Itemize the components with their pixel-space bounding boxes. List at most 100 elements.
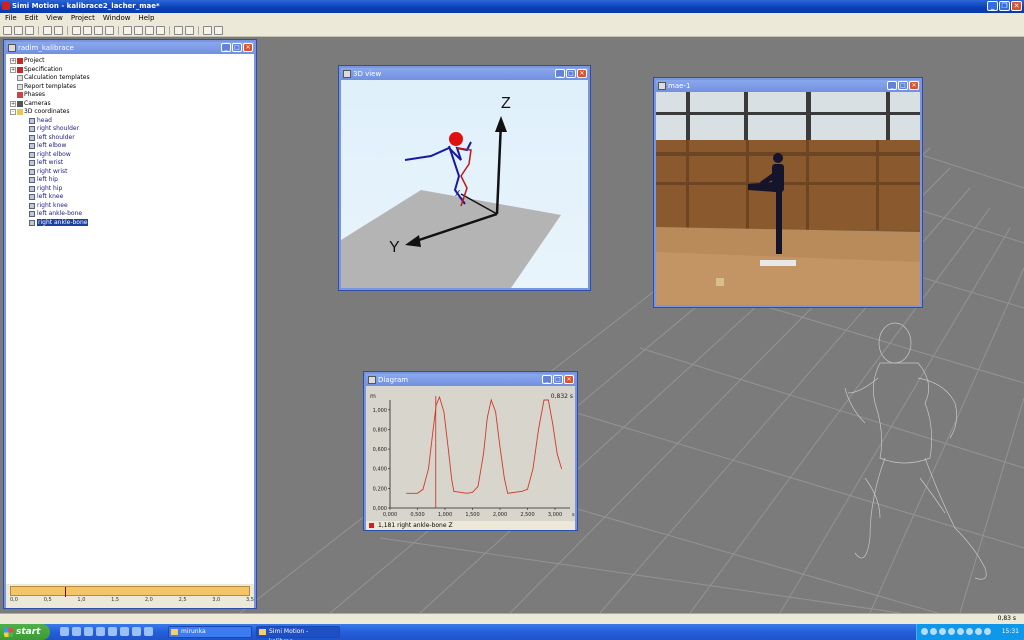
coordinate-icon [29,202,35,209]
close-button[interactable]: ✕ [564,375,574,384]
tree-item-right-shoulder[interactable]: right shoulder [10,125,250,134]
tray-icon[interactable] [957,628,964,635]
quick-launch-icon[interactable] [132,627,141,636]
data-point [447,448,449,450]
chart-icon [368,376,376,384]
tray-icon[interactable] [939,628,946,635]
menu-window[interactable]: Window [100,13,134,24]
line-chart[interactable]: m 0,832 s 0,000 0,200 0,400 0,600 0,800 1,000… [366,386,575,521]
restore-button[interactable]: ❐ [999,1,1010,11]
tree-item-left-hip[interactable]: left hip [10,176,250,185]
collapse-toggle-icon[interactable]: - [10,109,16,115]
task-folder[interactable]: mirunka [168,626,252,638]
camera-title-bar[interactable]: mae-1 _ □ ✕ [656,80,920,92]
minimize-button[interactable]: _ [987,1,998,11]
undo-icon[interactable] [105,26,114,35]
maximize-button[interactable]: □ [898,81,908,90]
tray-icon[interactable] [966,628,973,635]
timeline[interactable]: 0,0 0,5 1,0 1,5 2,0 2,5 3,0 3,5 [6,584,254,608]
save-icon[interactable] [25,26,34,35]
tree-item-phases[interactable]: Phases [10,91,250,100]
print-icon[interactable] [43,26,52,35]
diagram-title-bar[interactable]: Diagram _ □ ✕ [366,374,575,386]
3d-scene[interactable]: Z Y X [341,80,588,288]
window-icon[interactable] [123,26,132,35]
menu-project[interactable]: Project [68,13,98,24]
chart-icon[interactable] [156,26,165,35]
tree-item-right-elbow[interactable]: right elbow [10,151,250,160]
paste-icon[interactable] [94,26,103,35]
minimize-button[interactable]: _ [221,43,231,52]
open-folder-icon[interactable] [14,26,23,35]
tree-item-right-knee[interactable]: right knee [10,202,250,211]
tree-item-left-wrist[interactable]: left wrist [10,159,250,168]
expand-toggle-icon[interactable]: + [10,66,16,73]
close-button[interactable]: ✕ [909,81,919,90]
quick-launch-icon[interactable] [60,627,69,636]
quick-launch-icon[interactable] [84,627,93,636]
cut-icon[interactable] [72,26,81,35]
close-button[interactable]: ✕ [243,43,253,52]
x-tick-label: 1,000 [438,512,452,518]
tree-item-report-templates[interactable]: Report templates [10,83,250,92]
tray-icon[interactable] [930,628,937,635]
tree-item-label: Project [24,57,45,64]
minimize-button[interactable]: _ [542,375,552,384]
tree-item-label: right elbow [37,150,71,158]
tree-item-specification[interactable]: + Specification [10,66,250,75]
quick-launch-icon[interactable] [72,627,81,636]
tree-window-title-bar[interactable]: radim_kalibrace _ □ ✕ [6,42,254,54]
maximize-button[interactable]: □ [232,43,242,52]
tree-item-left-elbow[interactable]: left elbow [10,142,250,151]
tree-item-head[interactable]: head [10,117,250,126]
tree-item-right-wrist[interactable]: right wrist [10,168,250,177]
tree-item-left-knee[interactable]: left knee [10,193,250,202]
tree-item-cameras[interactable]: + Cameras [10,100,250,109]
maximize-button[interactable]: □ [566,69,576,78]
tree-item-right-hip[interactable]: right hip [10,185,250,194]
export-icon[interactable] [214,26,223,35]
tree-item-project[interactable]: + Project [10,57,250,66]
video-icon[interactable] [185,26,194,35]
minimize-button[interactable]: _ [555,69,565,78]
video-frame[interactable] [656,92,920,305]
quick-launch-icon[interactable] [108,627,117,636]
menu-file[interactable]: File [2,13,20,24]
expand-toggle-icon[interactable]: + [10,100,16,107]
3d-viewport[interactable]: Z Y X [341,80,588,288]
close-button[interactable]: ✕ [577,69,587,78]
z-axis [495,121,503,215]
tray-icon[interactable] [984,628,991,635]
tree-item-left-shoulder[interactable]: left shoulder [10,134,250,143]
close-button[interactable]: ✕ [1011,1,1022,11]
stick-figure-icon[interactable] [145,26,154,35]
copy-icon[interactable] [83,26,92,35]
diagram-plot-area[interactable]: m 0,832 s 0,000 0,200 0,400 0,600 0,800 1,000… [366,386,575,521]
menu-edit[interactable]: Edit [22,13,42,24]
quick-launch-icon[interactable] [144,627,153,636]
tree-item-3d-coordinates[interactable]: - 3D coordinates [10,108,250,117]
expand-toggle-icon[interactable]: + [10,58,16,64]
timeline-bar[interactable] [10,586,250,597]
tree-item-right-ankle-bone[interactable]: right ankle-bone [10,218,250,228]
start-button[interactable]: start [0,624,50,640]
quick-launch-icon[interactable] [120,627,129,636]
preview-icon[interactable] [54,26,63,35]
tray-icon[interactable] [948,628,955,635]
menu-help[interactable]: Help [135,13,157,24]
3d-view-title-bar[interactable]: 3D view _ □ ✕ [341,68,588,80]
menu-view[interactable]: View [43,13,66,24]
task-simi-motion[interactable]: Simi Motion - kalibrac... [256,626,340,640]
data-point [532,468,534,470]
tray-icon[interactable] [921,628,928,635]
maximize-button[interactable]: □ [553,375,563,384]
tree-item-left-ankle-bone[interactable]: left ankle-bone [10,210,250,219]
tools-icon[interactable] [203,26,212,35]
new-file-icon[interactable] [3,26,12,35]
tray-icon[interactable] [975,628,982,635]
camera-icon[interactable] [174,26,183,35]
minimize-button[interactable]: _ [887,81,897,90]
person-icon[interactable] [134,26,143,35]
quick-launch-icon[interactable] [96,627,105,636]
tree-item-calculation-templates[interactable]: Calculation templates [10,74,250,83]
